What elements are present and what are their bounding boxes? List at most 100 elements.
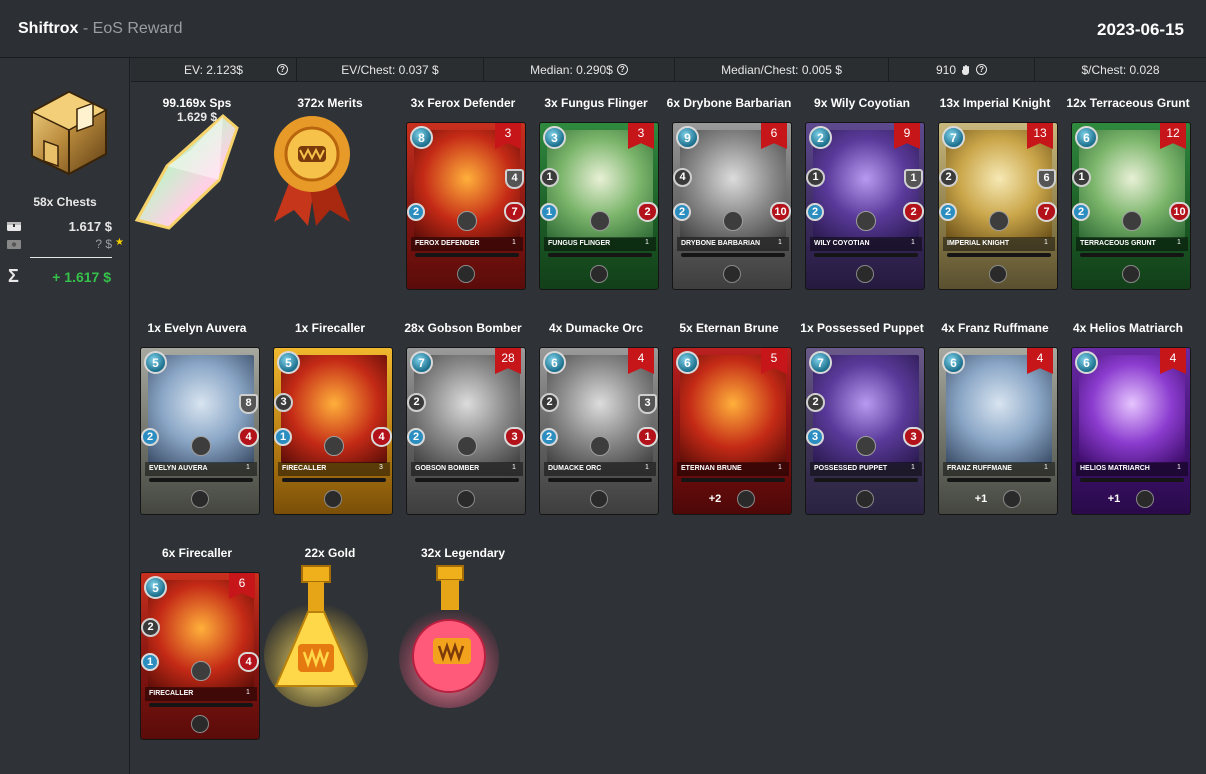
monster-card[interactable]: 7 28 2 2 3 Gobson Bomber 1	[406, 347, 526, 515]
help-icon[interactable]: ?	[616, 64, 628, 75]
reward-label: 12x Terraceous Grunt	[1066, 96, 1190, 110]
health-stat: 3	[504, 427, 525, 447]
reward-label: 3x Ferox Defender	[410, 96, 516, 110]
monster-card[interactable]: 6 5 Eternan Brune 1 +2	[672, 347, 792, 515]
reward-label: 4x Dumacke Orc	[548, 321, 644, 335]
xp-bar	[149, 478, 253, 482]
monster-card[interactable]: 6 4 Franz Ruffmane 1 +1	[938, 347, 1058, 515]
reward-item: 4x Franz Ruffmane 6 4 Franz Ruffmane 1 +1	[929, 307, 1061, 515]
health-stat: 2	[903, 202, 924, 222]
reward-label: 9x Wily Coyotian	[814, 96, 910, 110]
attack-stat: 2	[939, 168, 958, 187]
armor-stat: 3	[638, 394, 657, 414]
ability-icon	[1136, 490, 1154, 508]
reward-label: 4x Helios Matriarch	[1072, 321, 1184, 335]
card-name: Drybone Barbarian	[677, 237, 789, 251]
reward-item: 3x Ferox Defender 8 3 2 4 7 Ferox Defender 1	[397, 82, 529, 290]
mana-badge: 5	[144, 576, 167, 599]
reward-item: 1x Firecaller 5 3 1 4 Firecaller 3	[264, 307, 396, 515]
date-label: 2023-06-15	[1097, 20, 1184, 39]
armor-stat: 6	[1037, 169, 1056, 189]
reward-label: 13x Imperial Knight	[939, 96, 1051, 110]
xp-bar	[415, 478, 519, 482]
monster-card[interactable]: 6 4 Helios Matriarch 1 +1	[1071, 347, 1191, 515]
reward-label: 3x Fungus Flinger	[544, 96, 648, 110]
monster-card[interactable]: 8 3 2 4 7 Ferox Defender 1	[406, 122, 526, 290]
reward-label: 1x Evelyn Auvera	[147, 321, 247, 335]
reward-item: 32x Legendary	[397, 532, 529, 713]
speed-stat: 2	[806, 203, 824, 221]
value-usd: 1.617 $	[68, 219, 112, 234]
rewards-grid: 99.169x Sps 1.629 $ 372x Merits 3x Ferox De…	[131, 82, 1206, 774]
reward-item: 1x Evelyn Auvera 5 2 8 4 Evelyn Auvera 1	[131, 307, 263, 515]
reward-label: 1x Possessed Puppet	[800, 321, 924, 335]
attack-stat: 2	[540, 393, 559, 412]
mana-badge: 8	[410, 126, 433, 149]
speed-stat: 2	[673, 203, 691, 221]
reward-item: 99.169x Sps 1.629 $	[131, 82, 263, 239]
merits-medal-icon	[274, 116, 350, 226]
stat-ev-chest-text: EV/Chest: 0.037 $	[341, 62, 439, 77]
health-stat: 3	[903, 427, 924, 447]
stat-median-text: Median: 0.290$	[530, 62, 613, 77]
monster-card[interactable]: 5 6 2 1 4 Firecaller 1	[140, 572, 260, 740]
monster-card[interactable]: 5 3 1 4 Firecaller 3	[273, 347, 393, 515]
reward-item: 5x Eternan Brune 6 5 Eternan Brune 1 +2	[663, 307, 795, 515]
stats-bar: EV: 2.123$ ? EV/Chest: 0.037 $ Median: 0…	[131, 58, 1206, 82]
speed-stat: 2	[540, 428, 558, 446]
armor-stat: 8	[239, 394, 258, 414]
xp-bar	[1080, 478, 1184, 482]
monster-card[interactable]: 5 2 8 4 Evelyn Auvera 1	[140, 347, 260, 515]
reward-item: 6x Drybone Barbarian 9 6 4 2 10 Drybone Barbar…	[663, 82, 795, 290]
sps-crystal-icon	[134, 114, 239, 230]
help-icon[interactable]: ?	[277, 64, 288, 75]
card-art	[946, 355, 1052, 463]
ability-icon	[989, 265, 1007, 283]
stat-ev-chest: EV/Chest: 0.037 $	[297, 58, 484, 81]
speed-stat: 2	[1072, 203, 1090, 221]
reward-item: 3x Fungus Flinger 3 3 1 1 2 Fungus Flinger 1	[530, 82, 662, 290]
card-name: Firecaller	[145, 687, 257, 701]
speed-stat: 3	[806, 428, 824, 446]
attack-stat: 2	[806, 393, 825, 412]
ability-icon	[1003, 490, 1021, 508]
mana-badge: 7	[410, 351, 433, 374]
card-art	[680, 355, 786, 463]
attack-type-icon	[856, 211, 876, 231]
speed-stat: 2	[407, 203, 425, 221]
xp-bar	[814, 253, 918, 257]
monster-card[interactable]: 9 6 4 2 10 Drybone Barbarian 1	[672, 122, 792, 290]
attack-type-icon	[723, 211, 743, 231]
monster-card[interactable]: 7 13 2 2 6 7 Imperial Knight 1	[938, 122, 1058, 290]
xp-bar	[1080, 253, 1184, 257]
xp-bar	[947, 478, 1051, 482]
gold-potion-icon	[264, 565, 368, 707]
speed-stat: 2	[141, 428, 159, 446]
card-art	[1079, 355, 1185, 463]
reward-item: 6x Firecaller 5 6 2 1 4 Firecaller 1	[131, 532, 263, 740]
card-name: Wily Coyotian	[810, 237, 922, 251]
reward-item: 4x Dumacke Orc 6 4 2 2 3 1 Dumacke Orc 1	[530, 307, 662, 515]
mana-badge: 7	[809, 351, 832, 374]
sigma-icon: Σ	[8, 266, 19, 286]
attack-type-icon	[191, 436, 211, 456]
chest-small-icon	[7, 222, 21, 231]
speed-stat: 2	[407, 428, 425, 446]
monster-card[interactable]: 2 9 1 2 1 2 Wily Coyotian 1	[805, 122, 925, 290]
monster-card[interactable]: 6 4 2 2 3 1 Dumacke Orc 1	[539, 347, 659, 515]
monster-card[interactable]: 7 2 3 3 Possessed Puppet 1	[805, 347, 925, 515]
monster-card[interactable]: 3 3 1 1 2 Fungus Flinger 1	[539, 122, 659, 290]
card-level: 1	[645, 239, 649, 246]
help-icon[interactable]: ?	[976, 64, 988, 75]
card-level: 1	[246, 689, 250, 696]
hand-icon	[962, 64, 970, 75]
stat-per-chest-text: $/Chest: 0.028	[1081, 62, 1160, 77]
reward-item: 4x Helios Matriarch 6 4 Helios Matriarch 1 +1	[1062, 307, 1194, 515]
reward-item: 9x Wily Coyotian 2 9 1 2 1 2 Wily Coyotian 1	[796, 82, 928, 290]
monster-card[interactable]: 6 12 1 2 10 Terraceous Grunt 1	[1071, 122, 1191, 290]
xp-bar	[548, 478, 652, 482]
attack-type-icon	[457, 211, 477, 231]
card-level: 1	[246, 464, 250, 471]
mana-badge: 6	[942, 351, 965, 374]
star-icon: ★	[115, 237, 124, 248]
